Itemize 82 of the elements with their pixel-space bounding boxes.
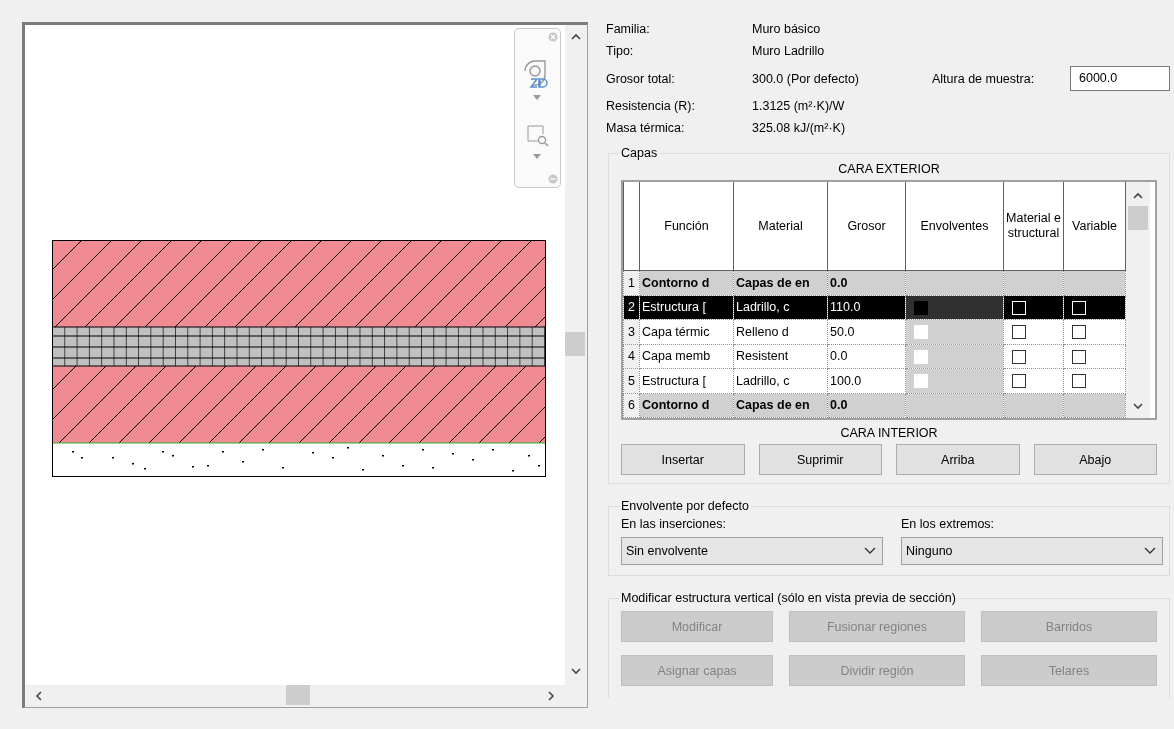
field-label: En los extremos: — [901, 517, 996, 531]
property-label: Grosor total: — [606, 71, 676, 86]
options-icon[interactable] — [548, 174, 558, 184]
group-title: Capas — [619, 146, 660, 160]
field-label: En las inserciones: — [621, 517, 727, 531]
table-row[interactable]: 4 Capa memb Resistent 0.0 — [623, 344, 1126, 369]
table-row[interactable]: 5 Estructura [ Ladrillo, c 100.0 — [623, 368, 1126, 394]
table-row[interactable]: 2 Estructura [ Ladrillo, c 110.0 — [623, 295, 1126, 320]
checkbox[interactable] — [1072, 325, 1086, 340]
column-header: Material estructural — [1003, 182, 1064, 271]
scroll-down-icon[interactable] — [1133, 402, 1143, 412]
scrollbar-thumb[interactable] — [1128, 206, 1148, 230]
table-cell: Relleno d — [733, 319, 828, 345]
property-label: Masa térmica: — [606, 121, 686, 135]
caption-label: CARA EXTERIOR — [837, 162, 941, 176]
table-cell: Estructura [ — [639, 295, 734, 320]
action-button[interactable]: Insertar — [621, 444, 745, 475]
property-value: 1.3125 (m²·K)/W — [752, 99, 846, 113]
column-header: Grosor — [827, 182, 906, 271]
table-cell: Capa térmic — [639, 319, 734, 345]
dropdown[interactable]: Sin envolvente — [621, 537, 883, 565]
caption-label: CARA INTERIOR — [839, 426, 939, 440]
row-number: 1 — [623, 270, 640, 296]
table-cell: Estructura [ — [639, 368, 734, 394]
dropdown-arrow-icon[interactable] — [533, 95, 541, 100]
scroll-left-icon[interactable] — [35, 691, 45, 701]
group-title: Modificar estructura vertical (sólo en vista previa de sección) — [619, 591, 958, 605]
table-row[interactable]: 1 Contorno d Capas de en 0.0 — [623, 270, 1126, 296]
column-header: Variable — [1063, 182, 1126, 271]
row-number: 2 — [623, 295, 640, 320]
row-number: 4 — [623, 344, 640, 369]
checkbox[interactable] — [1012, 374, 1026, 389]
property-label: Familia: — [606, 22, 651, 36]
group-title: Envolvente por defecto — [619, 499, 751, 513]
column-header: Envolventes — [905, 182, 1004, 271]
table-cell: Ladrillo, c — [733, 295, 828, 320]
property-label: Resistencia (R): — [606, 99, 696, 113]
table-cell: Contorno d — [639, 393, 734, 418]
table-cell: 110.0 — [827, 295, 906, 320]
input-field[interactable]: 6000.0 — [1070, 66, 1170, 91]
close-icon[interactable] — [548, 32, 558, 42]
zoom-window-icon[interactable] — [527, 125, 549, 147]
action-button[interactable]: Abajo — [1033, 444, 1157, 475]
dropdown-arrow-icon[interactable] — [533, 154, 541, 159]
table-row[interactable]: 6 Contorno d Capas de en 0.0 — [623, 393, 1126, 418]
checkbox[interactable] — [1012, 325, 1026, 340]
table-cell: 0.0 — [827, 270, 906, 296]
scrollbar-thumb[interactable] — [565, 332, 585, 356]
table-cell: 0.0 — [827, 344, 906, 369]
chevron-down-icon — [864, 547, 876, 555]
table-cell: Ladrillo, c — [733, 368, 828, 394]
checkbox[interactable] — [1012, 349, 1026, 364]
property-value: Muro básico — [752, 22, 822, 36]
table-cell: Capas de en — [733, 393, 828, 418]
action-button[interactable]: Suprimir — [758, 444, 882, 475]
checkbox[interactable] — [1072, 349, 1086, 364]
table-cell: Contorno d — [639, 270, 734, 296]
column-header: Material — [733, 182, 828, 271]
property-label: Tipo: — [606, 44, 635, 58]
scroll-right-icon[interactable] — [547, 691, 557, 701]
table-row[interactable]: 3 Capa térmic Relleno d 50.0 — [623, 319, 1126, 345]
chevron-down-icon — [1144, 547, 1156, 555]
table-cell: 50.0 — [827, 319, 906, 345]
action-button[interactable]: Arriba — [896, 444, 1020, 475]
dropdown[interactable]: Ninguno — [901, 537, 1163, 565]
property-value: Muro Ladrillo — [752, 44, 826, 58]
table-cell: 0.0 — [827, 393, 906, 418]
property-value: 300.0 (Por defecto) — [752, 71, 860, 86]
table-cell: 100.0 — [827, 368, 906, 394]
checkbox[interactable] — [914, 300, 928, 315]
checkbox[interactable] — [1072, 374, 1086, 389]
table-cell: Capas de en — [733, 270, 828, 296]
row-number: 5 — [623, 368, 640, 394]
table-cell: Capa memb — [639, 344, 734, 369]
property-value: 325.08 kJ/(m²·K) — [752, 121, 847, 135]
field-label: Altura de muestra: — [932, 71, 1036, 86]
row-number: 3 — [623, 319, 640, 345]
row-number: 6 — [623, 393, 640, 418]
table-cell: Resistent — [733, 344, 828, 369]
scrollbar-thumb[interactable] — [286, 685, 310, 705]
column-header: Función — [639, 182, 734, 271]
scroll-down-icon[interactable] — [571, 667, 581, 677]
